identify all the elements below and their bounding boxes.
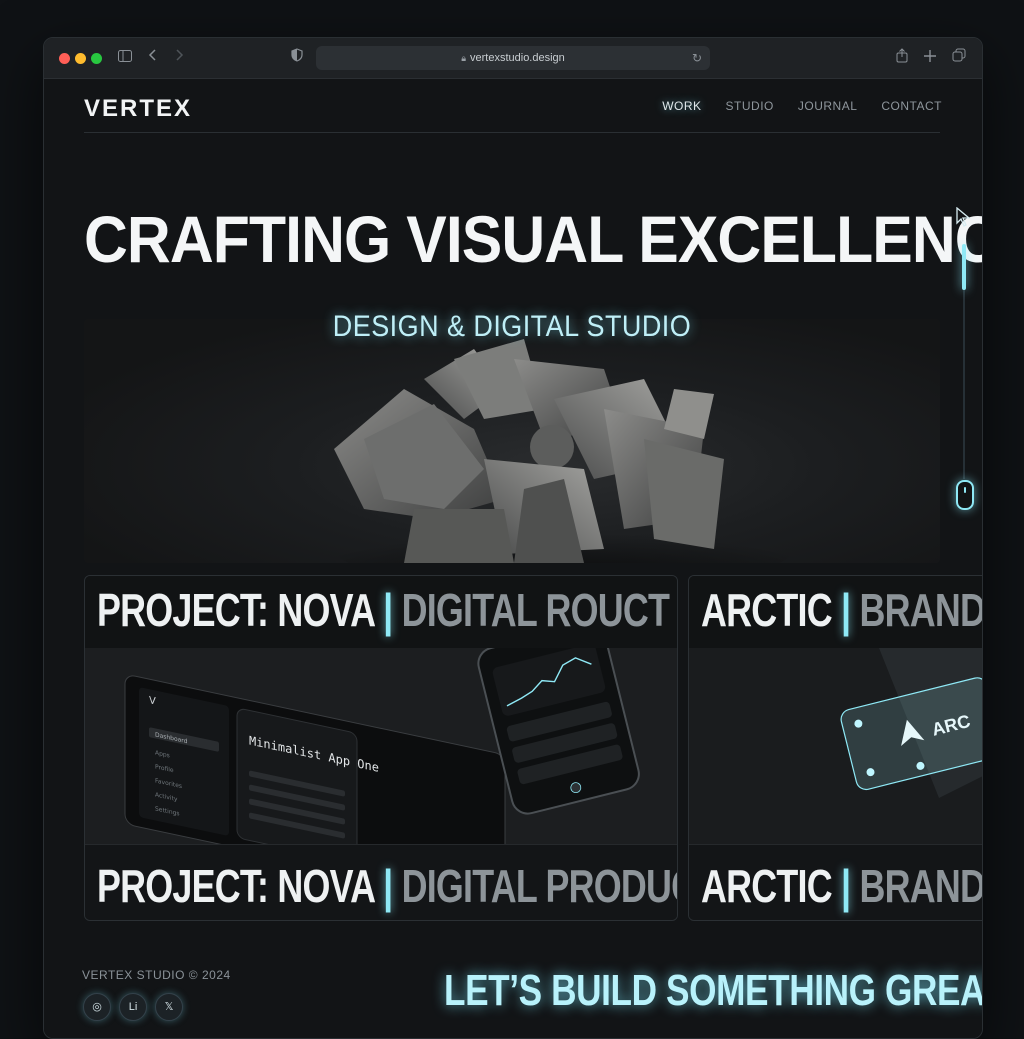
project-category: DIGITAL ROUCT <box>401 584 670 636</box>
tabs-icon[interactable] <box>952 48 966 68</box>
project-name: PROJECT: NOVA <box>97 860 375 912</box>
url-text: vertexstudio.design <box>470 52 565 64</box>
title-divider: | <box>841 584 851 636</box>
nav-divider <box>84 132 940 133</box>
site-logo[interactable]: VERTEX <box>84 95 192 123</box>
shield-icon[interactable] <box>291 48 303 68</box>
nav-contact[interactable]: CONTACT <box>881 99 942 113</box>
plus-icon[interactable] <box>924 48 936 68</box>
project-category: BRANDING <box>859 860 983 912</box>
project-card-arctic[interactable]: ARCTIC | BRANDING ARC <box>688 575 983 921</box>
project-title-top: ARCTIC | BRANDING <box>701 582 983 638</box>
project-title-bottom: ARCTIC | BRANDING <box>701 858 983 914</box>
scroll-thumb[interactable] <box>962 244 966 290</box>
chevron-left-icon[interactable] <box>148 48 158 68</box>
browser-window: 🔒︎ vertexstudio.design ↻ VERTEX WORK STUD… <box>43 37 983 1039</box>
instagram-icon[interactable]: ◎ <box>83 993 111 1021</box>
x-icon[interactable]: 𝕏 <box>155 993 183 1021</box>
project-title-bottom: PROJECT: NOVA | DIGITAL PRODUCT <box>97 858 677 914</box>
scroll-mouse-icon[interactable] <box>956 480 974 510</box>
app-mockup-illustration: V Dashboard Apps Profile Favorites Activ… <box>85 622 677 904</box>
title-divider: | <box>383 860 393 912</box>
hero-subheadline: DESIGN & DIGITAL STUDIO <box>332 310 692 343</box>
mockup-logo: V <box>149 695 156 707</box>
lock-icon: 🔒︎ <box>461 53 466 63</box>
reload-icon[interactable]: ↻ <box>692 46 702 70</box>
website-page: VERTEX WORK STUDIO JOURNAL CONTACT CRAFT… <box>44 79 983 1038</box>
project-category: DIGITAL PRODUCT <box>401 860 677 912</box>
project-category: BRANDING <box>859 584 983 636</box>
nav-work[interactable]: WORK <box>662 99 701 113</box>
cta-heading[interactable]: LET’S BUILD SOMETHING GREAT <box>444 959 982 1023</box>
sculpture-illustration <box>334 339 794 563</box>
title-divider: | <box>383 584 393 636</box>
sidebar-icon[interactable] <box>118 48 132 68</box>
minimize-window-button[interactable] <box>75 53 86 64</box>
share-icon[interactable] <box>896 48 908 69</box>
project-mockup-image: V Dashboard Apps Profile Favorites Activ… <box>85 622 677 904</box>
cursor-icon <box>956 206 972 233</box>
hero-headline: CRAFTING VISUAL EXCELLENCE <box>84 202 983 276</box>
nav-journal[interactable]: JOURNAL <box>798 99 858 113</box>
brand-card-illustration: ARC <box>689 648 982 844</box>
main-nav: WORK STUDIO JOURNAL CONTACT <box>662 99 942 113</box>
hero-sculpture-image <box>84 319 940 563</box>
project-card-nova[interactable]: PROJECT: NOVA | DIGITAL ROUCT V Dashboar… <box>84 575 678 921</box>
nav-studio[interactable]: STUDIO <box>726 99 774 113</box>
chevron-right-icon[interactable] <box>174 48 184 68</box>
project-name: ARCTIC <box>701 584 833 636</box>
project-name: PROJECT: NOVA <box>97 584 375 636</box>
project-mockup-image: ARC <box>689 648 982 844</box>
title-divider: | <box>841 860 851 912</box>
address-bar[interactable]: 🔒︎ vertexstudio.design ↻ <box>316 46 710 70</box>
footer-copyright: VERTEX STUDIO © 2024 <box>82 968 231 982</box>
project-name: ARCTIC <box>701 860 833 912</box>
maximize-window-button[interactable] <box>91 53 102 64</box>
close-window-button[interactable] <box>59 53 70 64</box>
browser-toolbar: 🔒︎ vertexstudio.design ↻ <box>44 38 982 79</box>
project-title-top: PROJECT: NOVA | DIGITAL ROUCT <box>97 582 670 638</box>
linkedin-icon[interactable]: Li <box>119 993 147 1021</box>
